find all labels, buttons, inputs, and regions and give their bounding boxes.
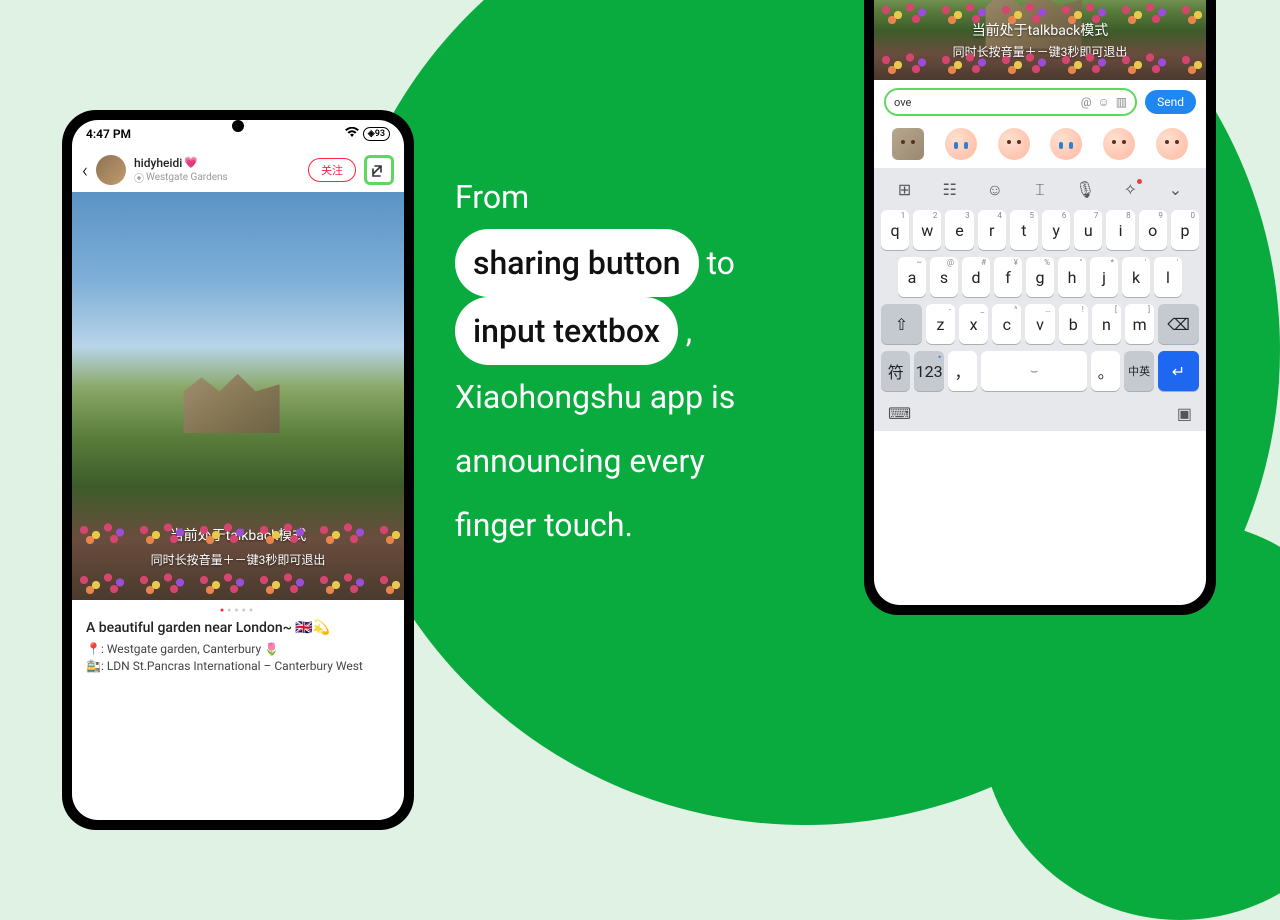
camera-notch — [232, 120, 244, 132]
text-comma: , — [686, 312, 692, 350]
key-c[interactable]: ^c — [992, 304, 1021, 344]
key-f[interactable]: ¥f — [994, 257, 1022, 297]
comment-bar: ove @ ☺ ▥ Send — [874, 80, 1206, 124]
space-key[interactable]: ⌣ — [981, 351, 1087, 391]
emoji-icon[interactable]: ☺ — [979, 180, 1011, 200]
key-s[interactable]: @s — [930, 257, 958, 297]
chevron-down-icon[interactable]: ⌄ — [1159, 180, 1191, 200]
key-y[interactable]: 6y — [1042, 210, 1070, 250]
key-d[interactable]: #d — [962, 257, 990, 297]
sticker-6[interactable] — [1156, 128, 1188, 160]
sticker-3[interactable] — [998, 128, 1030, 160]
key-r[interactable]: 4r — [978, 210, 1006, 250]
keyboard-row-1: 1q2w3e4r5t6y7u8i9o0p — [878, 210, 1202, 257]
post-title: A beautiful garden near London~ 🇬🇧💫 — [72, 620, 404, 642]
text-to: to — [707, 244, 735, 282]
enter-key[interactable]: ↵ — [1158, 351, 1199, 391]
key-l[interactable]: 'l — [1154, 257, 1182, 297]
talkback-overlay-1: 当前处于talkback模式 — [874, 20, 1206, 40]
gps-icon: ⦿ — [134, 170, 144, 185]
keyboard-row-4: 符 123▪ ， ⌣ 。 中英 ↵ — [878, 351, 1202, 398]
language-key[interactable]: 中英 — [1124, 351, 1153, 391]
sticker-4[interactable] — [1050, 128, 1082, 160]
key-p[interactable]: 0p — [1171, 210, 1199, 250]
key-k[interactable]: 'k — [1122, 257, 1150, 297]
post-line-1: 📍: Westgate garden, Canterbury 🌷 — [72, 642, 404, 659]
follow-button[interactable]: 关注 — [308, 158, 356, 182]
post-photo[interactable]: 当前处于talkback模式 同时长按音量＋－键3秒即可退出 — [72, 192, 404, 600]
keyboard-row-2: ~a@s#d¥f%g"h*j'k'l — [878, 257, 1202, 304]
input-value: ove — [894, 96, 911, 109]
post-photo[interactable]: 当前处于talkback模式 同时长按音量＋－键3秒即可退出 — [874, 0, 1206, 80]
keyboard-row-3: ⇧ -z_x^c…v!b[n]m ⌫ — [878, 304, 1202, 351]
key-z[interactable]: -z — [926, 304, 955, 344]
phone-left: 4:47 PM ◈ 93 ‹ hidyheidi💗 ⦿ Westgate Gar… — [62, 110, 414, 830]
battery-indicator: ◈ 93 — [363, 127, 390, 141]
menu-icon[interactable]: ☷ — [934, 180, 966, 200]
text-line5: finger touch. — [455, 493, 835, 557]
username[interactable]: hidyheidi💗 — [134, 156, 300, 170]
symbols-key[interactable]: 符 — [881, 351, 910, 391]
marketing-copy: From sharing button to input textbox , X… — [455, 165, 835, 557]
post-line-2: 🚉: LDN St.Pancras International – Canter… — [72, 659, 404, 676]
shift-key[interactable]: ⇧ — [881, 304, 922, 344]
key-t[interactable]: 5t — [1010, 210, 1038, 250]
keyboard-hide-icon[interactable]: ⌨ — [888, 404, 911, 423]
key-b[interactable]: !b — [1059, 304, 1088, 344]
period-key[interactable]: 。 — [1091, 351, 1120, 391]
cursor-icon[interactable]: ⌶ — [1024, 180, 1056, 200]
back-icon[interactable]: ‹ — [82, 158, 88, 182]
page-dots: ●●●●● — [72, 600, 404, 620]
avatar[interactable] — [96, 155, 126, 185]
key-o[interactable]: 9o — [1139, 210, 1167, 250]
comment-input[interactable]: ove @ ☺ ▥ — [884, 88, 1137, 116]
key-a[interactable]: ~a — [898, 257, 926, 297]
sticker-5[interactable] — [1103, 128, 1135, 160]
grid-icon[interactable]: ⊞ — [889, 180, 921, 200]
numbers-key[interactable]: 123▪ — [914, 351, 943, 391]
key-w[interactable]: 2w — [913, 210, 941, 250]
sticker-2[interactable] — [945, 128, 977, 160]
text-line3: Xiaohongshu app is — [455, 365, 835, 429]
keyboard: ⊞ ☷ ☺ ⌶ 🎙 ✧ ⌄ 1q2w3e4r5t6y7u8i9o0p ~a@s#… — [874, 168, 1206, 431]
key-h[interactable]: "h — [1058, 257, 1086, 297]
talkback-overlay-1: 当前处于talkback模式 — [72, 525, 404, 545]
magic-icon[interactable]: ✧ — [1114, 180, 1146, 200]
pill-sharing-button: sharing button — [455, 229, 699, 297]
key-m[interactable]: ]m — [1125, 304, 1154, 344]
pill-input-textbox: input textbox — [455, 297, 678, 365]
text-line4: announcing every — [455, 429, 835, 493]
mic-icon[interactable]: 🎙 — [1069, 180, 1101, 200]
emoji-picker-icon[interactable]: ☺ — [1098, 95, 1110, 109]
sticker-1[interactable] — [892, 128, 924, 160]
key-e[interactable]: 3e — [945, 210, 973, 250]
talkback-overlay-2: 同时长按音量＋－键3秒即可退出 — [72, 551, 404, 568]
wifi-icon — [345, 127, 359, 141]
key-u[interactable]: 7u — [1074, 210, 1102, 250]
key-g[interactable]: %g — [1026, 257, 1054, 297]
mention-icon[interactable]: @ — [1081, 95, 1092, 109]
location-label[interactable]: ⦿ Westgate Gardens — [134, 170, 300, 185]
send-button[interactable]: Send — [1145, 90, 1196, 114]
comma-key[interactable]: ， — [948, 351, 977, 391]
key-j[interactable]: *j — [1090, 257, 1118, 297]
clipboard-icon[interactable]: ▣ — [1177, 404, 1192, 423]
share-button[interactable] — [364, 155, 394, 185]
image-icon[interactable]: ▥ — [1116, 95, 1127, 109]
key-i[interactable]: 8i — [1106, 210, 1134, 250]
key-n[interactable]: [n — [1092, 304, 1121, 344]
key-x[interactable]: _x — [959, 304, 988, 344]
heart-icon: 💗 — [184, 156, 198, 169]
key-q[interactable]: 1q — [881, 210, 909, 250]
backspace-key[interactable]: ⌫ — [1158, 304, 1199, 344]
talkback-overlay-2: 同时长按音量＋－键3秒即可退出 — [874, 43, 1206, 60]
phone-right: 当前处于talkback模式 同时长按音量＋－键3秒即可退出 ove @ ☺ ▥… — [864, 0, 1216, 615]
key-v[interactable]: …v — [1025, 304, 1054, 344]
status-time: 4:47 PM — [86, 127, 131, 141]
sticker-row — [874, 124, 1206, 168]
share-icon — [371, 162, 387, 178]
keyboard-toolbar: ⊞ ☷ ☺ ⌶ 🎙 ✧ ⌄ — [878, 174, 1202, 210]
text-from: From — [455, 178, 529, 216]
post-header: ‹ hidyheidi💗 ⦿ Westgate Gardens 关注 — [72, 148, 404, 192]
